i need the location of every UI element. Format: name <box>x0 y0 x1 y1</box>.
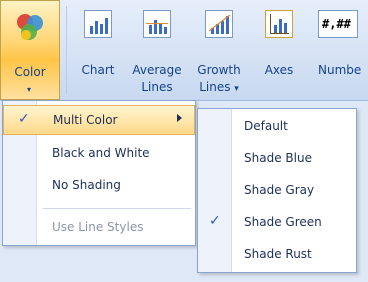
ribbon: Color ▾ Chart Average Lines Growth Lines… <box>0 0 368 101</box>
color-dropdown-menu: ✓ Multi Color Black and White No Shading… <box>2 100 196 246</box>
submenu-arrow-icon <box>177 114 182 122</box>
check-icon: ✓ <box>209 213 221 229</box>
submenu-item-shade-blue[interactable]: Shade Blue <box>198 145 356 175</box>
menu-item-no-shading[interactable]: No Shading <box>3 171 195 201</box>
color-button[interactable]: Color ▾ <box>0 0 60 100</box>
average-lines-label-2: Lines <box>141 80 173 94</box>
numbers-button-label: Numbe <box>318 63 362 77</box>
menu-item-multi-color[interactable]: ✓ Multi Color <box>3 105 195 135</box>
axes-button[interactable]: Axes <box>255 0 303 100</box>
submenu-item-shade-gray[interactable]: Shade Gray <box>198 177 356 207</box>
axes-button-label: Axes <box>264 63 294 77</box>
chart-button-label: Chart <box>81 63 115 77</box>
number-format-icon-text: #,## <box>322 17 351 31</box>
menu-item-label: Shade Gray <box>244 183 315 197</box>
chevron-down-icon: ▾ <box>234 84 239 94</box>
growth-lines-label-1: Growth <box>197 63 241 77</box>
menu-item-label: Black and White <box>52 146 150 160</box>
menu-item-label: Shade Blue <box>244 151 312 165</box>
numbers-button[interactable]: #,## Numbe <box>314 0 368 100</box>
menu-item-label: Shade Rust <box>244 247 312 261</box>
submenu-item-shade-rust[interactable]: Shade Rust <box>198 241 356 271</box>
average-lines-icon <box>143 10 171 38</box>
menu-item-label: No Shading <box>52 178 121 192</box>
submenu-item-shade-green[interactable]: ✓ Shade Green <box>198 209 356 239</box>
multi-color-submenu: Default Shade Blue Shade Gray ✓ Shade Gr… <box>197 108 357 273</box>
menu-item-label: Default <box>244 119 288 133</box>
menu-item-label: Multi Color <box>53 113 118 127</box>
menu-item-label: Shade Green <box>244 215 322 229</box>
menu-item-use-line-styles: Use Line Styles <box>3 213 195 243</box>
menu-separator <box>43 208 191 209</box>
menu-item-black-and-white[interactable]: Black and White <box>3 139 195 169</box>
chevron-down-icon: ▾ <box>27 85 32 94</box>
growth-lines-label-2-text: Lines <box>199 80 231 94</box>
submenu-item-default[interactable]: Default <box>198 113 356 143</box>
check-icon: ✓ <box>18 111 30 127</box>
axes-icon <box>265 10 293 38</box>
chart-icon <box>84 10 112 38</box>
growth-lines-icon <box>205 10 233 38</box>
growth-lines-button[interactable]: Growth Lines ▾ <box>193 0 245 100</box>
color-palette-icon <box>12 9 48 48</box>
chart-button[interactable]: Chart <box>74 0 122 100</box>
menu-item-label: Use Line Styles <box>52 220 144 234</box>
color-button-label: Color <box>14 65 46 79</box>
number-format-icon: #,## <box>318 10 358 38</box>
average-lines-button[interactable]: Average Lines <box>131 0 183 100</box>
growth-lines-label-2: Lines ▾ <box>193 79 245 98</box>
average-lines-label-1: Average <box>132 63 182 77</box>
ribbon-separator <box>66 6 67 94</box>
